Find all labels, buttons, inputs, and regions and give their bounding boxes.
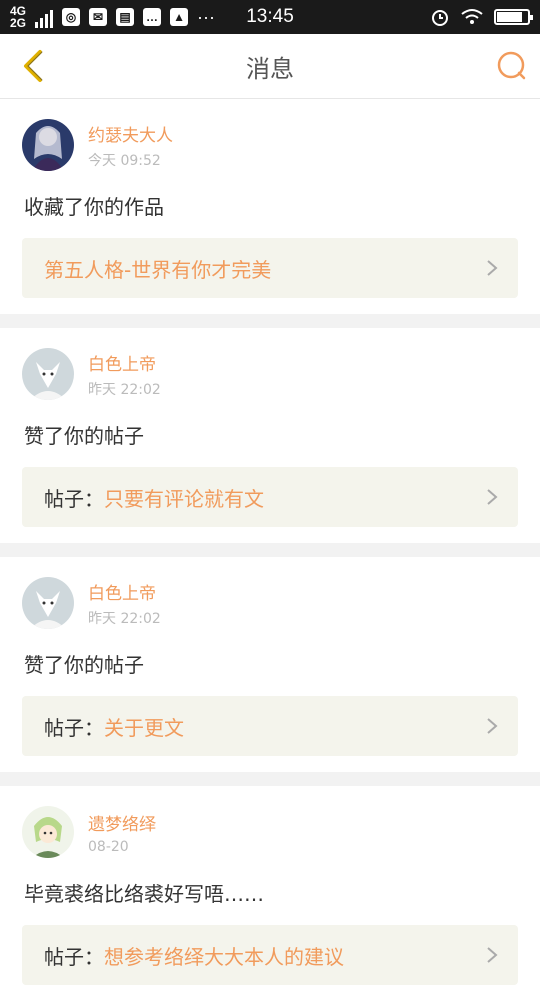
signal-icon <box>35 6 54 28</box>
app-notification-icon-2: ▤ <box>116 8 135 26</box>
username[interactable]: 白色上帝 <box>88 579 161 604</box>
message-icon: … <box>143 8 162 26</box>
link-title: 第五人格-世界有你才完美 <box>44 257 272 282</box>
username[interactable]: 约瑟夫大人 <box>88 121 173 146</box>
action-text: 毕竟裘络比络裘好写唔…… <box>24 882 264 906</box>
message-card: 约瑟夫大人 今天 09:52 收藏了你的作品 第五人格-世界有你才完美 <box>0 99 540 314</box>
linked-content[interactable]: 第五人格-世界有你才完美 <box>22 238 518 298</box>
message-card: 白色上帝 昨天 22:02 赞了你的帖子 帖子： 关于更文 <box>0 557 540 772</box>
timestamp: 今天 09:52 <box>88 152 161 169</box>
search-icon[interactable] <box>494 48 528 82</box>
action-text: 赞了你的帖子 <box>24 424 144 448</box>
chevron-right-icon <box>487 947 498 963</box>
avatar[interactable] <box>22 806 74 858</box>
message-card: 遗梦络绎 08-20 毕竟裘络比络裘好写唔…… 帖子： 想参考络绎大大本人的建议 <box>0 786 540 1001</box>
linked-content[interactable]: 帖子： 关于更文 <box>22 696 518 756</box>
username[interactable]: 遗梦络绎 <box>88 810 156 835</box>
back-icon[interactable] <box>14 46 54 86</box>
top-nav-bar: 消息 <box>0 34 540 99</box>
battery-icon <box>494 9 533 25</box>
chevron-right-icon <box>487 718 498 734</box>
avatar[interactable] <box>22 348 74 400</box>
timestamp: 08-20 <box>88 838 129 855</box>
avatar[interactable] <box>22 577 74 629</box>
wifi-icon <box>461 9 483 24</box>
message-card: 白色上帝 昨天 22:02 赞了你的帖子 帖子： 只要有评论就有文 <box>0 328 540 543</box>
app-notification-icon: ◎ <box>62 8 81 26</box>
avatar[interactable] <box>22 119 74 171</box>
network-indicator: 4G 2G <box>10 5 26 29</box>
link-title: 只要有评论就有文 <box>104 486 264 511</box>
timestamp: 昨天 22:02 <box>88 381 161 398</box>
linked-content[interactable]: 帖子： 只要有评论就有文 <box>22 467 518 527</box>
link-label: 帖子： <box>44 944 104 969</box>
message-list: 约瑟夫大人 今天 09:52 收藏了你的作品 第五人格-世界有你才完美 白色上帝… <box>0 99 540 1001</box>
status-bar: 4G 2G ◎ ✉ ▤ … ▲ ··· 13:45 <box>0 0 540 34</box>
link-label: 帖子： <box>44 715 104 740</box>
link-title: 想参考络绎大大本人的建议 <box>104 944 344 969</box>
chevron-right-icon <box>487 489 498 505</box>
more-notifications-icon: ··· <box>197 6 215 27</box>
chevron-right-icon <box>487 260 498 276</box>
link-label: 帖子： <box>44 486 104 511</box>
network-2g: 2G <box>10 16 27 30</box>
action-text: 赞了你的帖子 <box>24 653 144 677</box>
wechat-icon: ✉ <box>89 8 108 26</box>
page-title: 消息 <box>246 54 294 83</box>
alarm-icon <box>432 10 448 26</box>
username[interactable]: 白色上帝 <box>88 350 161 375</box>
status-time: 13:45 <box>246 6 294 27</box>
android-icon: ▲ <box>170 8 189 26</box>
linked-content[interactable]: 帖子： 想参考络绎大大本人的建议 <box>22 925 518 985</box>
action-text: 收藏了你的作品 <box>24 195 164 219</box>
timestamp: 昨天 22:02 <box>88 610 161 627</box>
link-title: 关于更文 <box>104 715 184 740</box>
